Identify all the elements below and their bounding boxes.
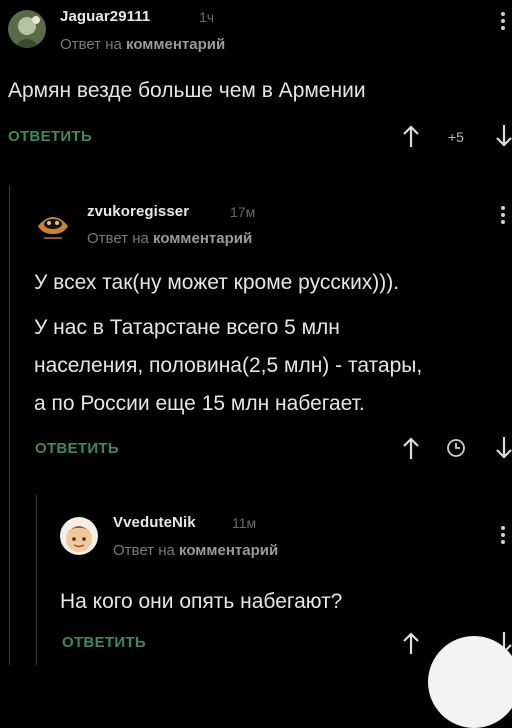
thread-line <box>36 495 37 665</box>
floating-action-button[interactable] <box>428 636 512 728</box>
username[interactable]: VvedutеNik <box>113 514 196 531</box>
reply-to-link[interactable]: Ответ на комментарий <box>87 230 252 247</box>
reply-to-prefix: Ответ на <box>113 542 175 559</box>
rating-value: +5 <box>448 129 464 145</box>
comment-text-line: У всех так(ну может кроме русских))). <box>34 271 400 294</box>
avatar[interactable] <box>60 517 98 555</box>
avatar[interactable] <box>8 10 46 48</box>
username[interactable]: zvukoregisser <box>87 203 189 220</box>
avatar[interactable] <box>34 204 72 242</box>
comment-text-line: а по России еще 15 млн набегает. <box>34 392 365 415</box>
reply-to-target: комментарий <box>179 542 279 559</box>
reply-button[interactable]: ОТВЕТИТЬ <box>62 634 146 651</box>
reply-button[interactable]: ОТВЕТИТЬ <box>35 440 119 457</box>
reply-to-link[interactable]: Ответ на комментарий <box>60 36 225 53</box>
arrow-up-icon[interactable] <box>402 631 420 660</box>
arrow-up-icon[interactable] <box>402 436 420 465</box>
comment-text: На кого они опять набегают? <box>60 590 343 613</box>
timestamp: 17м <box>230 204 256 220</box>
arrow-down-icon[interactable] <box>496 124 512 153</box>
timestamp: 11м <box>232 515 257 531</box>
thread-line <box>9 185 10 665</box>
kebab-menu-icon[interactable] <box>500 526 506 548</box>
username[interactable]: Jaguar29111 <box>60 8 150 25</box>
arrow-down-icon[interactable] <box>496 436 512 465</box>
arrow-up-icon[interactable] <box>402 124 420 153</box>
reply-to-prefix: Ответ на <box>60 36 122 53</box>
comment-text: Армян везде больше чем в Армении <box>8 79 366 102</box>
clock-icon <box>445 437 467 464</box>
reply-to-link[interactable]: Ответ на комментарий <box>113 542 278 559</box>
reply-to-target: комментарий <box>153 230 253 247</box>
comment-text-line: У нас в Татарстане всего 5 млн <box>34 316 340 339</box>
kebab-menu-icon[interactable] <box>500 12 506 34</box>
reply-to-target: комментарий <box>126 36 226 53</box>
timestamp: 1ч <box>199 9 215 25</box>
kebab-menu-icon[interactable] <box>500 206 506 228</box>
reply-button[interactable]: ОТВЕТИТЬ <box>8 128 92 145</box>
comment-text-line: населения, половина(2,5 млн) - татары, <box>34 354 423 377</box>
reply-to-prefix: Ответ на <box>87 230 149 247</box>
